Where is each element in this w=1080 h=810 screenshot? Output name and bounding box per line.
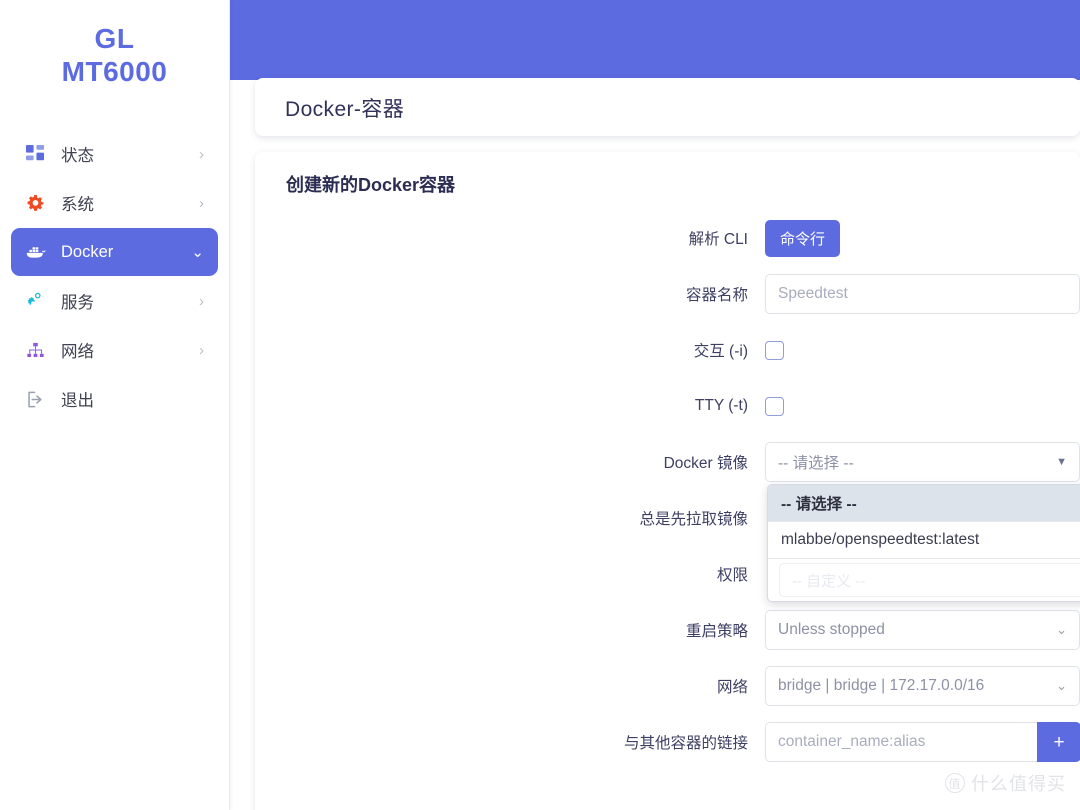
sidebar-item-services[interactable]: 服务 ›	[11, 277, 218, 325]
links-label: 与其他容器的链接	[623, 735, 748, 752]
tty-checkbox[interactable]	[765, 396, 784, 416]
app-root: GL MT6000 状态 › 系统 › Docker ⌄ 服务 › 网络 › 退…	[0, 0, 1080, 810]
chevron-down-icon: ⌄	[1056, 678, 1067, 693]
dropdown-option[interactable]: -- 请选择 --	[768, 485, 1080, 522]
tty-field	[765, 396, 1080, 416]
form-row-interactive: 交互 (-i)	[255, 322, 1080, 378]
custom-image-input-ghost[interactable]: -- 自定义 --	[779, 563, 1080, 597]
restart-policy-field: Unless stopped ⌄	[765, 610, 1080, 650]
command-line-button[interactable]: 命令行	[765, 219, 841, 257]
cli-label: 解析 CLI	[688, 231, 748, 248]
privileges-label: 权限	[716, 567, 748, 584]
network-select[interactable]: bridge | bridge | 172.17.0.0/16 ⌄	[765, 666, 1080, 706]
header-band	[230, 0, 1080, 80]
chevron-right-icon: ›	[199, 341, 204, 359]
page-title: Docker-容器	[285, 98, 405, 121]
form-row-links: 与其他容器的链接 +	[255, 714, 1080, 770]
watermark: 值 什么值得买	[945, 770, 1066, 796]
dropdown-option[interactable]: mlabbe/openspeedtest:latest	[768, 522, 1080, 559]
interactive-label: 交互 (-i)	[693, 343, 748, 360]
sidebar-item-label: 服务	[61, 294, 94, 313]
form-row-restart-policy: 重启策略 Unless stopped ⌄	[255, 602, 1080, 658]
docker-image-selected-value: -- 请选择 --	[778, 455, 854, 472]
dropdown-custom-row: -- 自定义 --	[768, 559, 1080, 601]
sidebar-nav: 状态 › 系统 › Docker ⌄ 服务 › 网络 › 退出	[0, 130, 229, 423]
restart-policy-select[interactable]: Unless stopped ⌄	[765, 610, 1080, 650]
docker-image-select[interactable]: -- 请选择 -- ▼	[765, 442, 1080, 482]
brand-line-2: MT6000	[61, 56, 168, 88]
docker-whale-icon	[23, 240, 47, 264]
sidebar-item-system[interactable]: 系统 ›	[11, 179, 218, 227]
sidebar-item-label: 网络	[61, 343, 94, 362]
sidebar-item-docker[interactable]: Docker ⌄	[11, 228, 218, 277]
chevron-down-icon: ▼	[1056, 456, 1067, 468]
interactive-field	[765, 340, 1080, 360]
chevron-right-icon: ›	[199, 145, 204, 163]
section-title: 创建新的Docker容器	[286, 175, 456, 195]
form-row-docker-image: Docker 镜像 -- 请选择 -- ▼ -- 请选择 -- mlabbe/o…	[255, 434, 1080, 602]
network-field: bridge | bridge | 172.17.0.0/16 ⌄	[765, 666, 1080, 706]
chevron-right-icon: ›	[199, 292, 204, 310]
restart-policy-value: Unless stopped	[778, 621, 885, 638]
chevron-down-icon: ⌄	[1056, 622, 1067, 637]
links-field: +	[765, 722, 1080, 762]
logout-icon	[23, 387, 47, 411]
brand-line-1: GL	[94, 23, 135, 54]
network-icon	[23, 338, 47, 362]
interactive-checkbox[interactable]	[765, 340, 784, 360]
main-content: Docker-容器 创建新的Docker容器 解析 CLI 命令行 容器名称 S…	[230, 0, 1080, 810]
links-input[interactable]	[765, 722, 1037, 762]
grid-icon	[23, 142, 47, 166]
network-value: bridge | bridge | 172.17.0.0/16	[778, 677, 985, 694]
form-row-tty: TTY (-t)	[255, 378, 1080, 434]
container-name-field	[765, 274, 1080, 314]
docker-image-label: Docker 镜像	[663, 455, 748, 472]
gear-icon	[23, 191, 47, 215]
form-row-container-name: 容器名称	[255, 266, 1080, 322]
restart-policy-label: 重启策略	[685, 623, 748, 640]
cli-field: 命令行	[765, 219, 1080, 257]
brand-logo: GL MT6000	[0, 0, 229, 88]
create-container-card: 创建新的Docker容器 解析 CLI 命令行 容器名称 Speedtest 交…	[255, 152, 1080, 810]
gears-icon	[23, 289, 47, 313]
sidebar-item-logout[interactable]: 退出	[11, 375, 218, 423]
form-row-network: 网络 bridge | bridge | 172.17.0.0/16 ⌄	[255, 658, 1080, 714]
watermark-text: 什么值得买	[971, 774, 1066, 794]
network-label: 网络	[716, 679, 748, 696]
sidebar-item-network[interactable]: 网络 ›	[11, 326, 218, 374]
always-pull-label: 总是先拉取镜像	[639, 511, 748, 528]
sidebar-item-label: Docker	[61, 242, 114, 261]
container-name-input[interactable]	[765, 274, 1080, 314]
sidebar-item-label: 系统	[61, 196, 94, 215]
docker-image-field: -- 请选择 -- ▼ -- 请选择 -- mlabbe/openspeedte…	[765, 442, 1080, 602]
add-link-button[interactable]: +	[1037, 722, 1080, 762]
chevron-down-icon: ⌄	[191, 243, 204, 261]
form-rows: 解析 CLI 命令行 容器名称 交互 (-i)	[255, 210, 1080, 770]
chevron-right-icon: ›	[199, 194, 204, 212]
page-title-card: Docker-容器	[255, 78, 1080, 136]
watermark-mark: 值	[945, 773, 965, 793]
docker-image-dropdown-list: -- 请选择 -- mlabbe/openspeedtest:latest --…	[767, 484, 1080, 602]
form-row-cli: 解析 CLI 命令行	[255, 210, 1080, 266]
sidebar-item-label: 退出	[61, 392, 94, 411]
container-name-label: 容器名称	[685, 287, 748, 304]
sidebar: GL MT6000 状态 › 系统 › Docker ⌄ 服务 › 网络 › 退…	[0, 0, 230, 810]
tty-label: TTY (-t)	[694, 397, 748, 414]
sidebar-item-label: 状态	[61, 147, 94, 166]
sidebar-item-status[interactable]: 状态 ›	[11, 130, 218, 178]
